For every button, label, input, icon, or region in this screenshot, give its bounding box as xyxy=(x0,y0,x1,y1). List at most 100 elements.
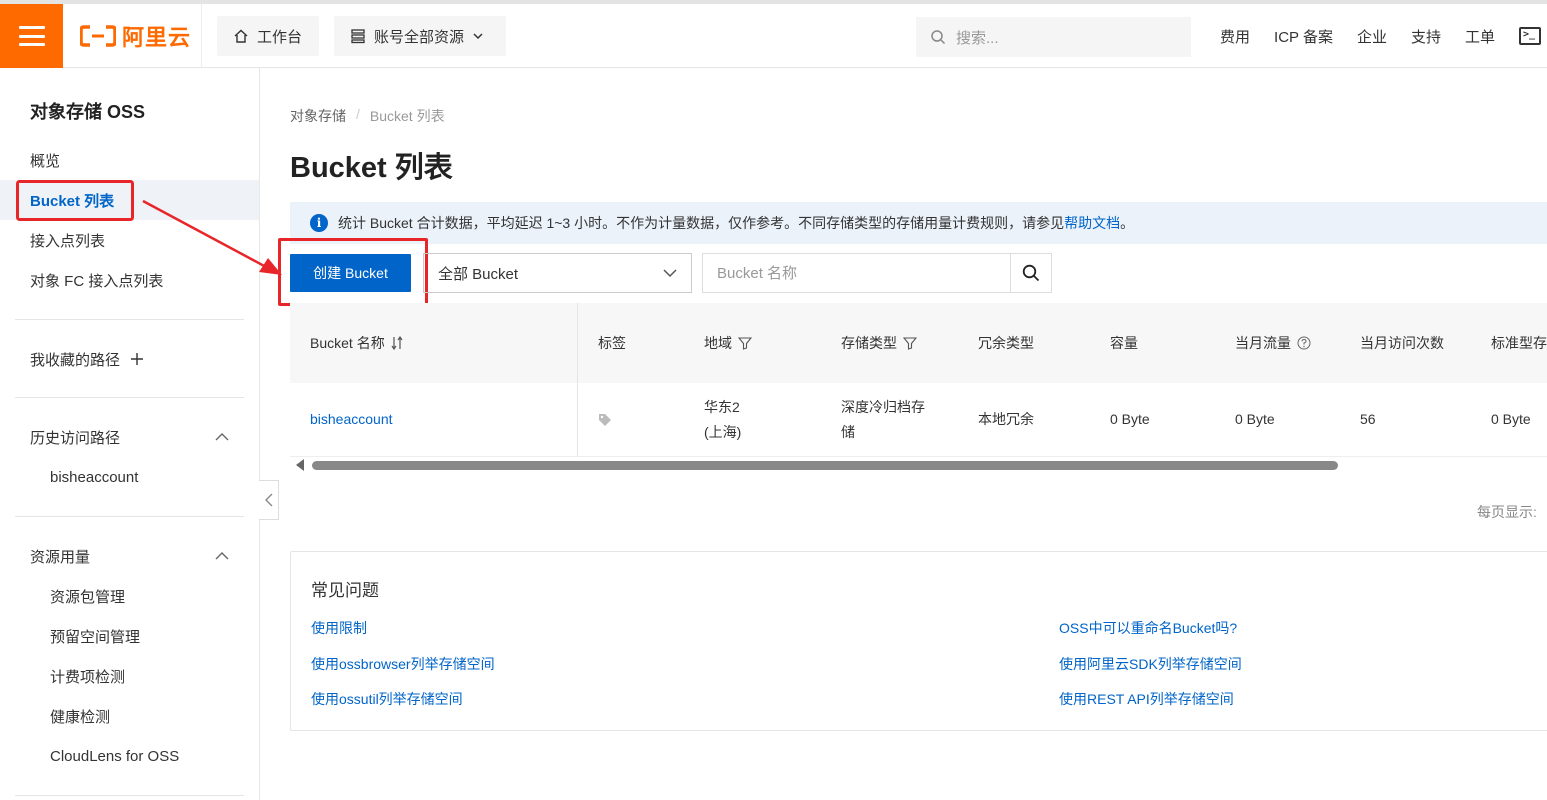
header-monthly-visits: 当月访问次数 xyxy=(1360,335,1444,351)
breadcrumb-separator: / xyxy=(356,106,360,122)
info-icon: i xyxy=(310,214,328,232)
cell-visits: 56 xyxy=(1360,411,1376,427)
aliyun-logo[interactable]: 阿里云 xyxy=(80,20,191,52)
help-doc-link[interactable]: 帮助文档 xyxy=(1064,215,1120,231)
link-ticket[interactable]: 工单 xyxy=(1465,26,1495,47)
sidebar-item-bucket-list[interactable]: Bucket 列表 xyxy=(0,180,259,220)
header-label: Bucket 名称 xyxy=(310,335,385,351)
cell-tags[interactable] xyxy=(598,383,612,456)
scrollbar-thumb[interactable] xyxy=(312,461,1338,470)
logo-text: 阿里云 xyxy=(122,25,192,50)
page-title: Bucket 列表 xyxy=(290,152,453,184)
chevron-down-icon xyxy=(473,33,483,40)
home-icon xyxy=(234,29,248,43)
history-item[interactable]: bisheaccount xyxy=(0,457,259,497)
region-line2: (上海) xyxy=(704,423,742,440)
sidebar-divider xyxy=(15,516,244,517)
cell-traffic: 0 Byte xyxy=(1235,411,1275,427)
usage-item-package[interactable]: 资源包管理 xyxy=(0,576,259,616)
usage-item-billing-check[interactable]: 计费项检测 xyxy=(0,656,259,696)
sidebar-divider xyxy=(15,319,244,320)
faq-link-sdk[interactable]: 使用阿里云SDK列举存储空间 xyxy=(1059,654,1242,674)
notice-end: 。 xyxy=(1120,215,1135,231)
faq-panel: 常见问题 使用限制 使用ossbrowser列举存储空间 使用ossutil列举… xyxy=(290,551,1547,731)
storage-line1: 深度冷归档存 xyxy=(841,398,925,415)
bucket-name-link[interactable]: bisheaccount xyxy=(310,407,393,432)
sidebar-item-access-points[interactable]: 接入点列表 xyxy=(0,220,259,260)
faq-link-ossbrowser[interactable]: 使用ossbrowser列举存储空间 xyxy=(311,654,495,674)
workbench-button[interactable]: 工作台 xyxy=(217,16,319,56)
notice-text: 统计 Bucket 合计数据，平均延迟 1~3 小时。不作为计量数据，仅作参考。… xyxy=(338,213,1134,233)
sort-icon[interactable] xyxy=(391,336,403,350)
scroll-left-icon[interactable] xyxy=(296,459,304,471)
header-storage-class[interactable]: 存储类型 xyxy=(841,303,917,383)
per-page-label: 每页显示: xyxy=(1477,504,1537,520)
table-row: bisheaccount 华东2 (上海) 深度冷归档存 储 本地冗余 0 By… xyxy=(290,383,1547,457)
link-fees[interactable]: 费用 xyxy=(1220,26,1250,47)
sidebar: 对象存储 OSS 概览 Bucket 列表 接入点列表 对象 FC 接入点列表 … xyxy=(0,68,260,800)
chevron-up-icon xyxy=(215,433,229,441)
history-label: 历史访问路径 xyxy=(30,429,121,447)
sidebar-usage-section[interactable]: 资源用量 xyxy=(0,536,259,576)
link-icp[interactable]: ICP 备案 xyxy=(1274,26,1333,47)
filter-icon[interactable] xyxy=(903,336,917,350)
tag-icon[interactable] xyxy=(598,413,612,427)
bucket-name-search-input[interactable] xyxy=(702,253,1011,293)
faq-link-rename[interactable]: OSS中可以重命名Bucket吗? xyxy=(1059,618,1237,638)
usage-item-health-check[interactable]: 健康检测 xyxy=(0,696,259,736)
filter-value: 全部 Bucket xyxy=(438,265,519,283)
info-notice: i 统计 Bucket 合计数据，平均延迟 1~3 小时。不作为计量数据，仅作参… xyxy=(290,202,1547,244)
global-search-input[interactable]: 搜索... xyxy=(916,17,1191,57)
header-region[interactable]: 地域 xyxy=(704,303,752,383)
search-icon xyxy=(931,30,946,45)
main-content: 对象存储 / Bucket 列表 Bucket 列表 i 统计 Bucket 合… xyxy=(260,68,1547,800)
bucket-table: Bucket 名称 标签 地域 存储类型 冗余类型 容量 当月流量 当月访问次数… xyxy=(290,303,1547,471)
plus-icon[interactable] xyxy=(130,352,144,366)
sidebar-history-section[interactable]: 历史访问路径 xyxy=(0,417,259,457)
region-line1: 华东2 xyxy=(704,398,740,415)
terminal-icon[interactable]: >_ xyxy=(1519,27,1541,45)
sidebar-divider xyxy=(15,795,244,796)
hamburger-menu-button[interactable] xyxy=(0,4,63,68)
header-label: 地域 xyxy=(704,335,732,351)
breadcrumb: 对象存储 / Bucket 列表 xyxy=(290,106,445,126)
cell-storage-class: 深度冷归档存 储 xyxy=(841,383,925,456)
breadcrumb-oss[interactable]: 对象存储 xyxy=(290,106,346,126)
header-bucket-name[interactable]: Bucket 名称 xyxy=(310,303,403,383)
cell-region: 华东2 (上海) xyxy=(704,383,741,456)
table-header: Bucket 名称 标签 地域 存储类型 冗余类型 容量 当月流量 当月访问次数… xyxy=(290,303,1547,383)
faq-link-limits[interactable]: 使用限制 xyxy=(311,618,367,638)
aliyun-logo-icon xyxy=(80,25,116,47)
help-icon[interactable] xyxy=(1297,336,1311,350)
resources-label: 账号全部资源 xyxy=(374,28,465,46)
header-standard-storage: 标准型存 xyxy=(1491,335,1547,351)
filter-icon[interactable] xyxy=(738,336,752,350)
breadcrumb-current: Bucket 列表 xyxy=(369,108,445,124)
horizontal-scrollbar[interactable] xyxy=(290,459,1547,471)
menu-icon xyxy=(18,26,45,46)
bucket-search-button[interactable] xyxy=(1010,253,1052,293)
link-enterprise[interactable]: 企业 xyxy=(1357,26,1387,47)
usage-item-cloudlens[interactable]: CloudLens for OSS xyxy=(0,736,259,776)
cell-standard: 0 Byte xyxy=(1491,411,1531,427)
header-monthly-traffic: 当月流量 xyxy=(1235,303,1311,383)
header-label: 存储类型 xyxy=(841,335,897,351)
cell-bucket-name: bisheaccount xyxy=(310,383,393,456)
usage-label: 资源用量 xyxy=(30,548,91,566)
top-links: 费用 ICP 备案 企业 支持 工单 >_ xyxy=(1220,4,1547,68)
sidebar-title: 对象存储 OSS xyxy=(30,102,146,122)
resources-dropdown[interactable]: 账号全部资源 xyxy=(334,16,506,56)
link-support[interactable]: 支持 xyxy=(1411,26,1441,47)
usage-item-reserved[interactable]: 预留空间管理 xyxy=(0,616,259,656)
sidebar-favorites[interactable]: 我收藏的路径 xyxy=(0,339,259,379)
search-icon xyxy=(1022,264,1040,282)
header-redundancy: 冗余类型 xyxy=(978,335,1034,351)
header-divider xyxy=(201,4,202,68)
faq-link-ossutil[interactable]: 使用ossutil列举存储空间 xyxy=(311,689,463,709)
faq-link-rest-api[interactable]: 使用REST API列举存储空间 xyxy=(1059,689,1234,709)
chevron-up-icon xyxy=(215,552,229,560)
sidebar-item-fc-access-points[interactable]: 对象 FC 接入点列表 xyxy=(0,260,259,300)
chevron-down-icon xyxy=(663,269,677,278)
bucket-filter-select[interactable]: 全部 Bucket xyxy=(423,253,692,293)
sidebar-item-overview[interactable]: 概览 xyxy=(0,140,259,180)
